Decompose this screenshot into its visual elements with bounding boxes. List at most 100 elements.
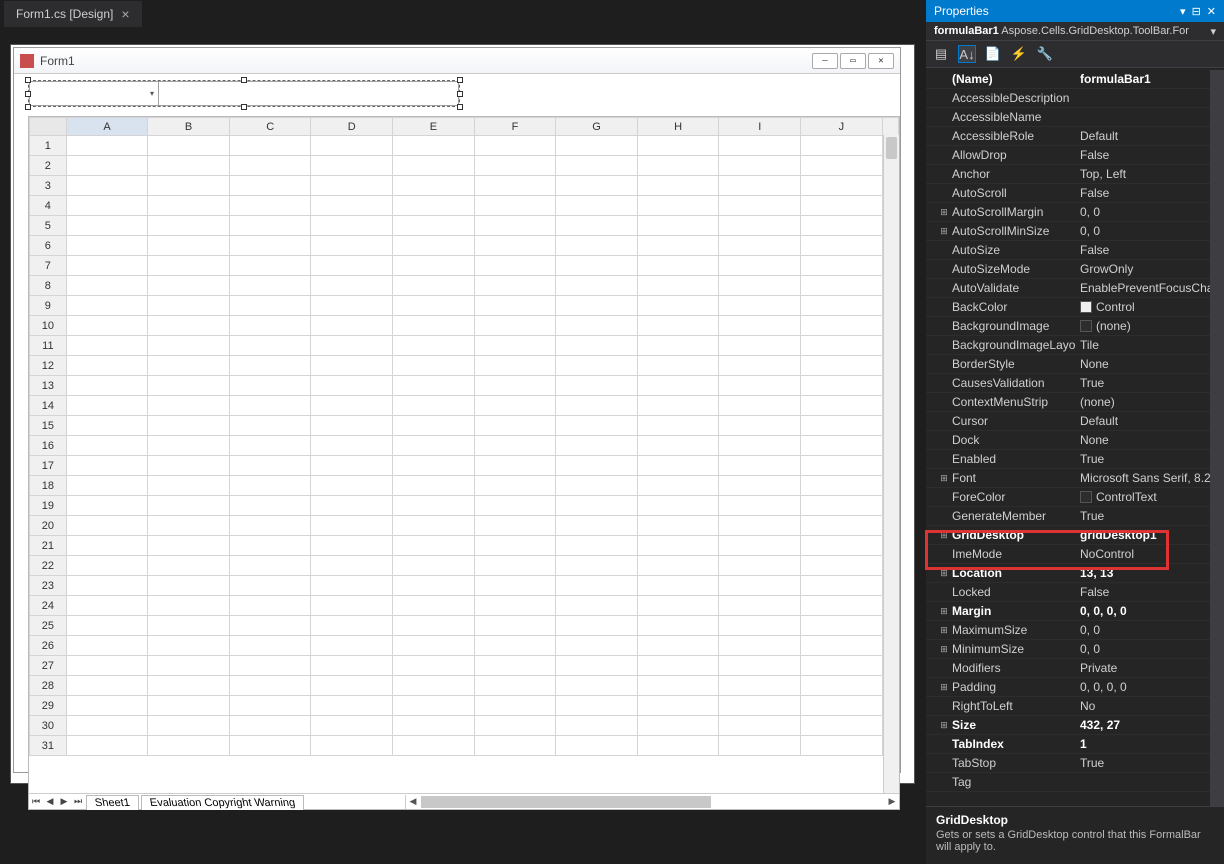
cell[interactable] [474, 156, 556, 176]
property-value[interactable]: GrowOnly [1080, 262, 1224, 276]
property-row[interactable]: AccessibleDescription [926, 89, 1224, 108]
cell[interactable] [393, 636, 475, 656]
cell[interactable] [66, 176, 148, 196]
cell[interactable] [801, 736, 883, 756]
cell[interactable] [66, 156, 148, 176]
cell[interactable] [637, 396, 719, 416]
cell[interactable] [556, 456, 638, 476]
cell[interactable] [556, 196, 638, 216]
cell[interactable] [637, 736, 719, 756]
expand-icon[interactable]: ⊞ [938, 568, 950, 579]
cell[interactable] [229, 536, 311, 556]
cell[interactable] [801, 636, 883, 656]
cell[interactable] [148, 236, 230, 256]
cell[interactable] [637, 196, 719, 216]
cell[interactable] [474, 516, 556, 536]
cell[interactable] [719, 636, 801, 656]
cell[interactable] [393, 576, 475, 596]
row-header[interactable]: 17 [30, 456, 67, 476]
property-value[interactable]: Microsoft Sans Serif, 8.25 [1080, 471, 1224, 485]
cell[interactable] [229, 556, 311, 576]
cell[interactable] [637, 156, 719, 176]
row-header[interactable]: 15 [30, 416, 67, 436]
cell[interactable] [637, 176, 719, 196]
close-icon[interactable]: ✕ [1207, 5, 1216, 18]
cell[interactable] [637, 676, 719, 696]
cell[interactable] [66, 456, 148, 476]
cell[interactable] [148, 556, 230, 576]
property-value[interactable]: False [1080, 243, 1224, 257]
column-header[interactable]: C [229, 118, 311, 136]
cell[interactable] [719, 176, 801, 196]
cell[interactable] [474, 216, 556, 236]
cell[interactable] [229, 516, 311, 536]
resize-handle[interactable] [241, 104, 247, 110]
property-row[interactable]: ⊞AutoScrollMinSize0, 0 [926, 222, 1224, 241]
cell[interactable] [719, 396, 801, 416]
cell[interactable] [66, 236, 148, 256]
scrollbar-thumb[interactable] [421, 796, 711, 808]
cell[interactable] [148, 156, 230, 176]
row-header[interactable]: 24 [30, 596, 67, 616]
cell[interactable] [637, 436, 719, 456]
cell[interactable] [311, 396, 393, 416]
property-row[interactable]: AccessibleRoleDefault [926, 127, 1224, 146]
cell[interactable] [719, 576, 801, 596]
property-row[interactable]: AnchorTop, Left [926, 165, 1224, 184]
row-header[interactable]: 6 [30, 236, 67, 256]
cell[interactable] [148, 356, 230, 376]
property-value[interactable]: Top, Left [1080, 167, 1224, 181]
cell[interactable] [148, 216, 230, 236]
cell[interactable] [801, 196, 883, 216]
property-row[interactable]: TabIndex1 [926, 735, 1224, 754]
cell[interactable] [556, 516, 638, 536]
cell[interactable] [474, 376, 556, 396]
nav-first-icon[interactable]: ⏮ [29, 795, 43, 809]
cell[interactable] [311, 636, 393, 656]
cell[interactable] [556, 316, 638, 336]
cell[interactable] [719, 556, 801, 576]
cell[interactable] [801, 436, 883, 456]
resize-handle[interactable] [25, 91, 31, 97]
scroll-right-icon[interactable]: ▶ [885, 795, 899, 809]
row-header[interactable]: 12 [30, 356, 67, 376]
cell[interactable] [311, 216, 393, 236]
property-value[interactable]: Private [1080, 661, 1224, 675]
cell[interactable] [474, 456, 556, 476]
cell[interactable] [229, 396, 311, 416]
cell[interactable] [801, 176, 883, 196]
cell[interactable] [719, 256, 801, 276]
cell[interactable] [393, 496, 475, 516]
nav-next-icon[interactable]: ▶ [57, 795, 71, 809]
cell[interactable] [229, 316, 311, 336]
property-row[interactable]: AutoValidateEnablePreventFocusChan [926, 279, 1224, 298]
property-row[interactable]: AutoScrollFalse [926, 184, 1224, 203]
property-value[interactable]: True [1080, 376, 1224, 390]
resize-handle[interactable] [25, 77, 31, 83]
cell[interactable] [474, 416, 556, 436]
nav-last-icon[interactable]: ⏭ [71, 795, 85, 809]
row-header[interactable]: 23 [30, 576, 67, 596]
scroll-left-icon[interactable]: ◀ [406, 795, 420, 809]
cell[interactable] [229, 256, 311, 276]
expand-icon[interactable]: ⊞ [938, 720, 950, 731]
cell[interactable] [393, 516, 475, 536]
cell[interactable] [556, 576, 638, 596]
cell[interactable] [801, 316, 883, 336]
cell[interactable] [556, 636, 638, 656]
row-header[interactable]: 13 [30, 376, 67, 396]
cell[interactable] [801, 696, 883, 716]
cell[interactable] [393, 156, 475, 176]
property-value[interactable]: NoControl [1080, 547, 1224, 561]
cell[interactable] [66, 596, 148, 616]
row-header[interactable]: 25 [30, 616, 67, 636]
cell[interactable] [474, 236, 556, 256]
cell[interactable] [148, 276, 230, 296]
property-row[interactable]: AutoSizeFalse [926, 241, 1224, 260]
cell[interactable] [637, 696, 719, 716]
cell[interactable] [637, 616, 719, 636]
cell[interactable] [637, 636, 719, 656]
property-row[interactable]: (Name)formulaBar1 [926, 70, 1224, 89]
cell[interactable] [311, 276, 393, 296]
property-value[interactable]: (none) [1080, 395, 1224, 409]
